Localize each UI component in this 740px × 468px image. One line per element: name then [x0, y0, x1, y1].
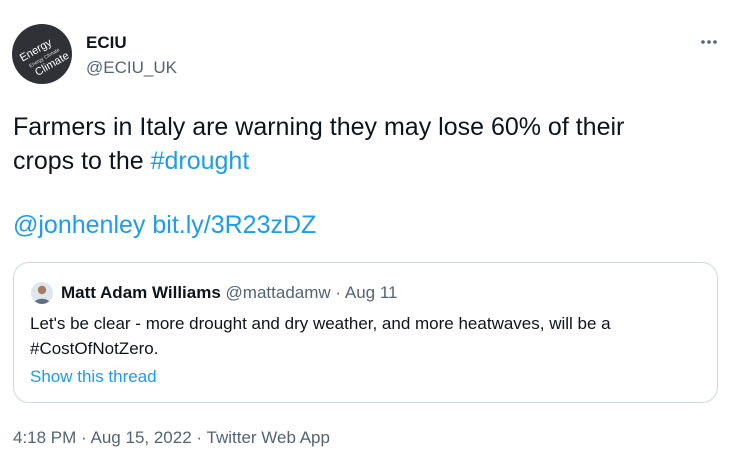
- tweet-text-line: @jonhenley bit.ly/3R23zDZ: [13, 208, 728, 242]
- quoted-text-line: #CostOfNotZero.: [30, 339, 159, 358]
- separator-dot: ·: [81, 428, 87, 447]
- separator-dot: ·: [335, 283, 342, 302]
- mention-link[interactable]: @jonhenley: [13, 211, 145, 239]
- tweet-text-segment: crops to the: [13, 147, 151, 175]
- quoted-author-avatar[interactable]: [31, 282, 53, 304]
- more-horizontal-icon: [701, 40, 717, 44]
- quoted-author-handle[interactable]: @mattadamw: [226, 283, 331, 302]
- hashtag-link[interactable]: #drought: [151, 147, 250, 175]
- eciu-logo: Energy Energy Climate Climate: [18, 36, 71, 78]
- author-avatar[interactable]: Energy Energy Climate Climate: [12, 24, 72, 84]
- tweet-time[interactable]: 4:18 PM: [13, 428, 76, 447]
- tweet-meta: 4:18 PM · Aug 15, 2022 · Twitter Web App: [13, 428, 330, 448]
- quoted-tweet-date[interactable]: Aug 11: [345, 283, 398, 302]
- quoted-tweet-card[interactable]: Matt Adam Williams @mattadamw · Aug 11 L…: [13, 262, 718, 403]
- quoted-author-name[interactable]: Matt Adam Williams: [61, 283, 221, 302]
- tweet-source[interactable]: Twitter Web App: [207, 428, 330, 447]
- separator-dot: ·: [196, 428, 203, 447]
- author-handle[interactable]: @ECIU_UK: [86, 58, 177, 78]
- author-display-name[interactable]: ECIU: [86, 33, 127, 53]
- tweet-text-line: Farmers in Italy are warning they may lo…: [13, 113, 625, 141]
- tweet-text: Farmers in Italy are warning they may lo…: [13, 110, 728, 242]
- quoted-tweet-header: Matt Adam Williams @mattadamw · Aug 11: [61, 283, 398, 303]
- tweet-date[interactable]: Aug 15, 2022: [91, 428, 192, 447]
- quoted-text-line: Let's be clear - more drought and dry we…: [30, 314, 611, 333]
- url-link[interactable]: bit.ly/3R23zDZ: [152, 211, 316, 239]
- more-button[interactable]: [694, 34, 724, 50]
- tweet-text-line: crops to the #drought: [13, 144, 728, 178]
- person-avatar-icon: [31, 282, 53, 304]
- quoted-tweet-text: Let's be clear - more drought and dry we…: [30, 311, 700, 361]
- show-thread-link[interactable]: Show this thread: [30, 367, 157, 387]
